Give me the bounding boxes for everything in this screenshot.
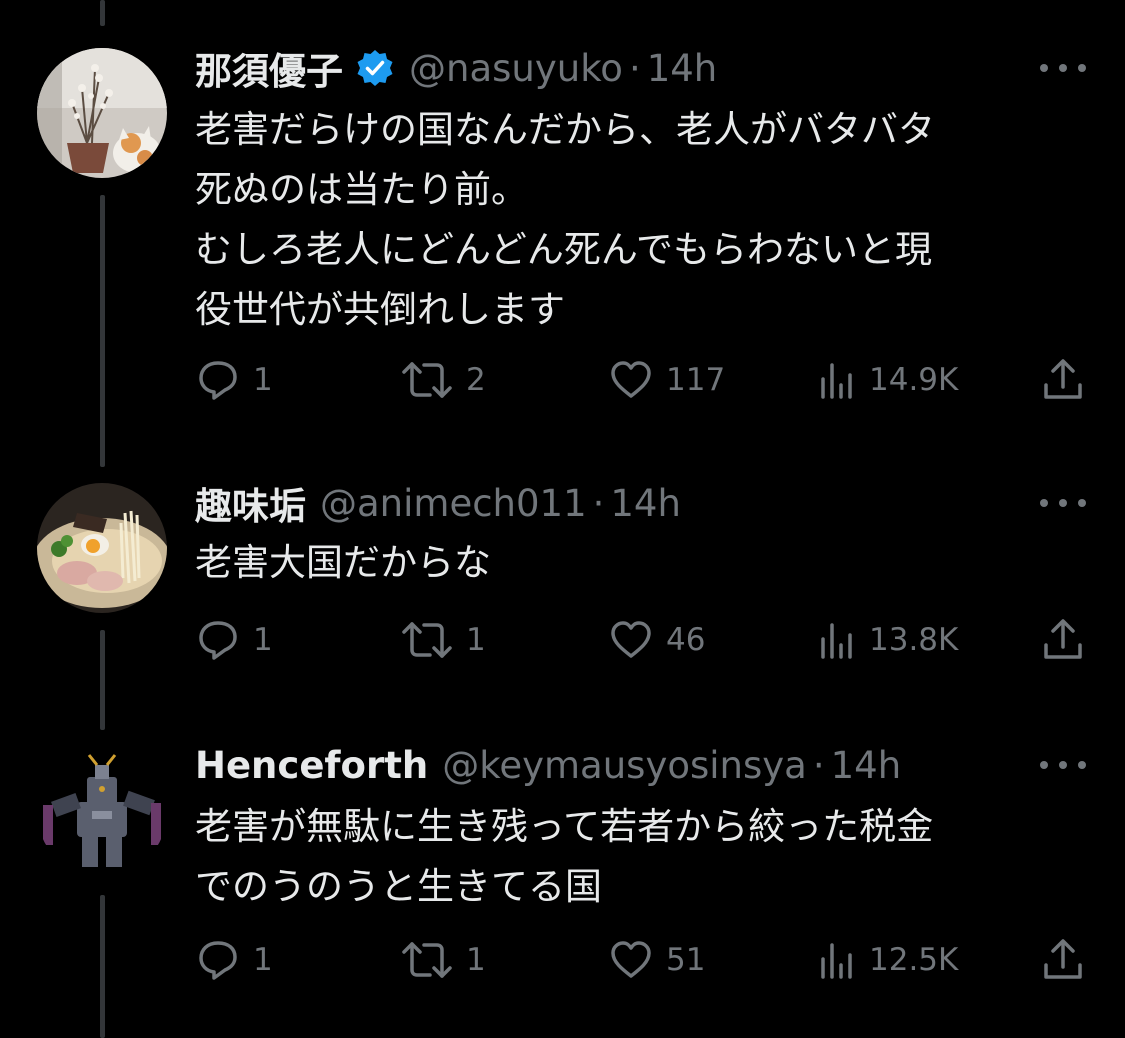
reply-button[interactable]: 1 bbox=[195, 615, 273, 665]
thread-line-2 bbox=[100, 630, 105, 730]
repost-button[interactable]: 1 bbox=[400, 615, 486, 665]
display-name[interactable]: Henceforth bbox=[195, 744, 428, 787]
view-count: 12.5K bbox=[869, 942, 959, 978]
tweet-header: Henceforth @keymausyosinsya · 14h bbox=[195, 740, 901, 790]
reply-icon bbox=[199, 361, 237, 400]
display-name[interactable]: 趣味垢 bbox=[195, 476, 306, 530]
share-icon bbox=[1044, 359, 1082, 399]
avatar-plant-and-cat-icon bbox=[37, 48, 167, 178]
like-count: 46 bbox=[666, 622, 706, 658]
reply-icon bbox=[199, 621, 237, 660]
tweet-header: 趣味垢 @animech011 · 14h bbox=[195, 476, 681, 530]
repost-icon bbox=[402, 622, 452, 658]
share-icon bbox=[1044, 939, 1082, 979]
views-button[interactable]: 13.8K bbox=[817, 615, 958, 665]
reply-button[interactable]: 1 bbox=[195, 935, 273, 985]
view-count: 14.9K bbox=[869, 362, 959, 398]
avatar-robot-figure-icon bbox=[37, 747, 167, 877]
share-button[interactable] bbox=[1040, 355, 1086, 405]
repost-icon bbox=[402, 362, 452, 398]
avatar[interactable] bbox=[37, 48, 167, 178]
thread-line-3 bbox=[100, 895, 105, 1038]
like-button[interactable]: 46 bbox=[608, 615, 705, 665]
separator-dot: · bbox=[592, 481, 605, 525]
heart-icon bbox=[611, 621, 651, 658]
separator-dot: · bbox=[812, 743, 825, 787]
tweet-text-line: むしろ老人にどんどん死んでもらわないと現 bbox=[195, 228, 933, 271]
reply-count: 1 bbox=[253, 362, 273, 398]
like-button[interactable]: 51 bbox=[608, 935, 705, 985]
avatar-ramen-bowl-icon bbox=[37, 483, 167, 613]
reply-icon bbox=[199, 941, 237, 980]
timestamp[interactable]: 14h bbox=[647, 47, 718, 90]
repost-count: 1 bbox=[466, 622, 486, 658]
thread-line-top bbox=[100, 0, 105, 26]
share-button[interactable] bbox=[1040, 935, 1086, 985]
analytics-icon bbox=[821, 623, 852, 659]
user-handle[interactable]: @animech011 bbox=[320, 482, 587, 525]
tweet-text-line: 役世代が共倒れします bbox=[195, 288, 565, 331]
like-button[interactable]: 117 bbox=[608, 355, 725, 405]
heart-icon bbox=[611, 941, 651, 978]
timestamp[interactable]: 14h bbox=[831, 744, 902, 787]
tweet-actions: 1 1 46 13.8K bbox=[195, 615, 1095, 665]
timestamp[interactable]: 14h bbox=[610, 482, 681, 525]
more-options-icon[interactable] bbox=[1040, 755, 1086, 775]
more-options-icon[interactable] bbox=[1040, 493, 1086, 513]
reply-count: 1 bbox=[253, 622, 273, 658]
tweet-text: 老害大国だからな bbox=[195, 533, 1095, 593]
repost-icon bbox=[402, 942, 452, 978]
avatar[interactable] bbox=[37, 747, 167, 877]
like-count: 117 bbox=[666, 362, 726, 398]
tweet-text-line: 老害大国だからな bbox=[195, 541, 491, 584]
verified-badge-icon bbox=[355, 48, 395, 88]
user-handle[interactable]: @keymausyosinsya bbox=[442, 744, 807, 787]
separator-dot: · bbox=[628, 46, 641, 90]
analytics-icon bbox=[821, 363, 852, 399]
more-options-icon[interactable] bbox=[1040, 58, 1086, 78]
analytics-icon bbox=[821, 943, 852, 979]
share-button[interactable] bbox=[1040, 615, 1086, 665]
reply-count: 1 bbox=[253, 942, 273, 978]
user-handle[interactable]: @nasuyuko bbox=[409, 47, 623, 90]
tweet-text-line: 老害だらけの国なんだから、老人がバタバタ bbox=[195, 108, 935, 151]
views-button[interactable]: 12.5K bbox=[817, 935, 958, 985]
reply-button[interactable]: 1 bbox=[195, 355, 273, 405]
repost-button[interactable]: 1 bbox=[400, 935, 486, 985]
thread-line-1 bbox=[100, 195, 105, 467]
heart-icon bbox=[611, 361, 651, 398]
repost-count: 2 bbox=[466, 362, 486, 398]
avatar[interactable] bbox=[37, 483, 167, 613]
tweet-text: 老害だらけの国なんだから、老人がバタバタ 死ぬのは当たり前。 むしろ老人にどんど… bbox=[195, 100, 1095, 340]
views-button[interactable]: 14.9K bbox=[817, 355, 958, 405]
view-count: 13.8K bbox=[869, 622, 959, 658]
repost-button[interactable]: 2 bbox=[400, 355, 486, 405]
tweet-header: 那須優子 @nasuyuko · 14h bbox=[195, 41, 718, 95]
display-name[interactable]: 那須優子 bbox=[195, 41, 343, 95]
tweet-text-line: 死ぬのは当たり前。 bbox=[195, 168, 528, 211]
tweet-actions: 1 1 51 12.5K bbox=[195, 935, 1095, 985]
like-count: 51 bbox=[666, 942, 706, 978]
tweet-text: 老害が無駄に生き残って若者から絞った税金 でのうのうと生きてる国 bbox=[195, 797, 1095, 917]
tweet-actions: 1 2 117 14.9K bbox=[195, 355, 1095, 405]
tweet-text-line: 老害が無駄に生き残って若者から絞った税金 bbox=[195, 805, 934, 848]
tweet-text-line: でのうのうと生きてる国 bbox=[195, 865, 602, 908]
repost-count: 1 bbox=[466, 942, 486, 978]
share-icon bbox=[1044, 619, 1082, 659]
